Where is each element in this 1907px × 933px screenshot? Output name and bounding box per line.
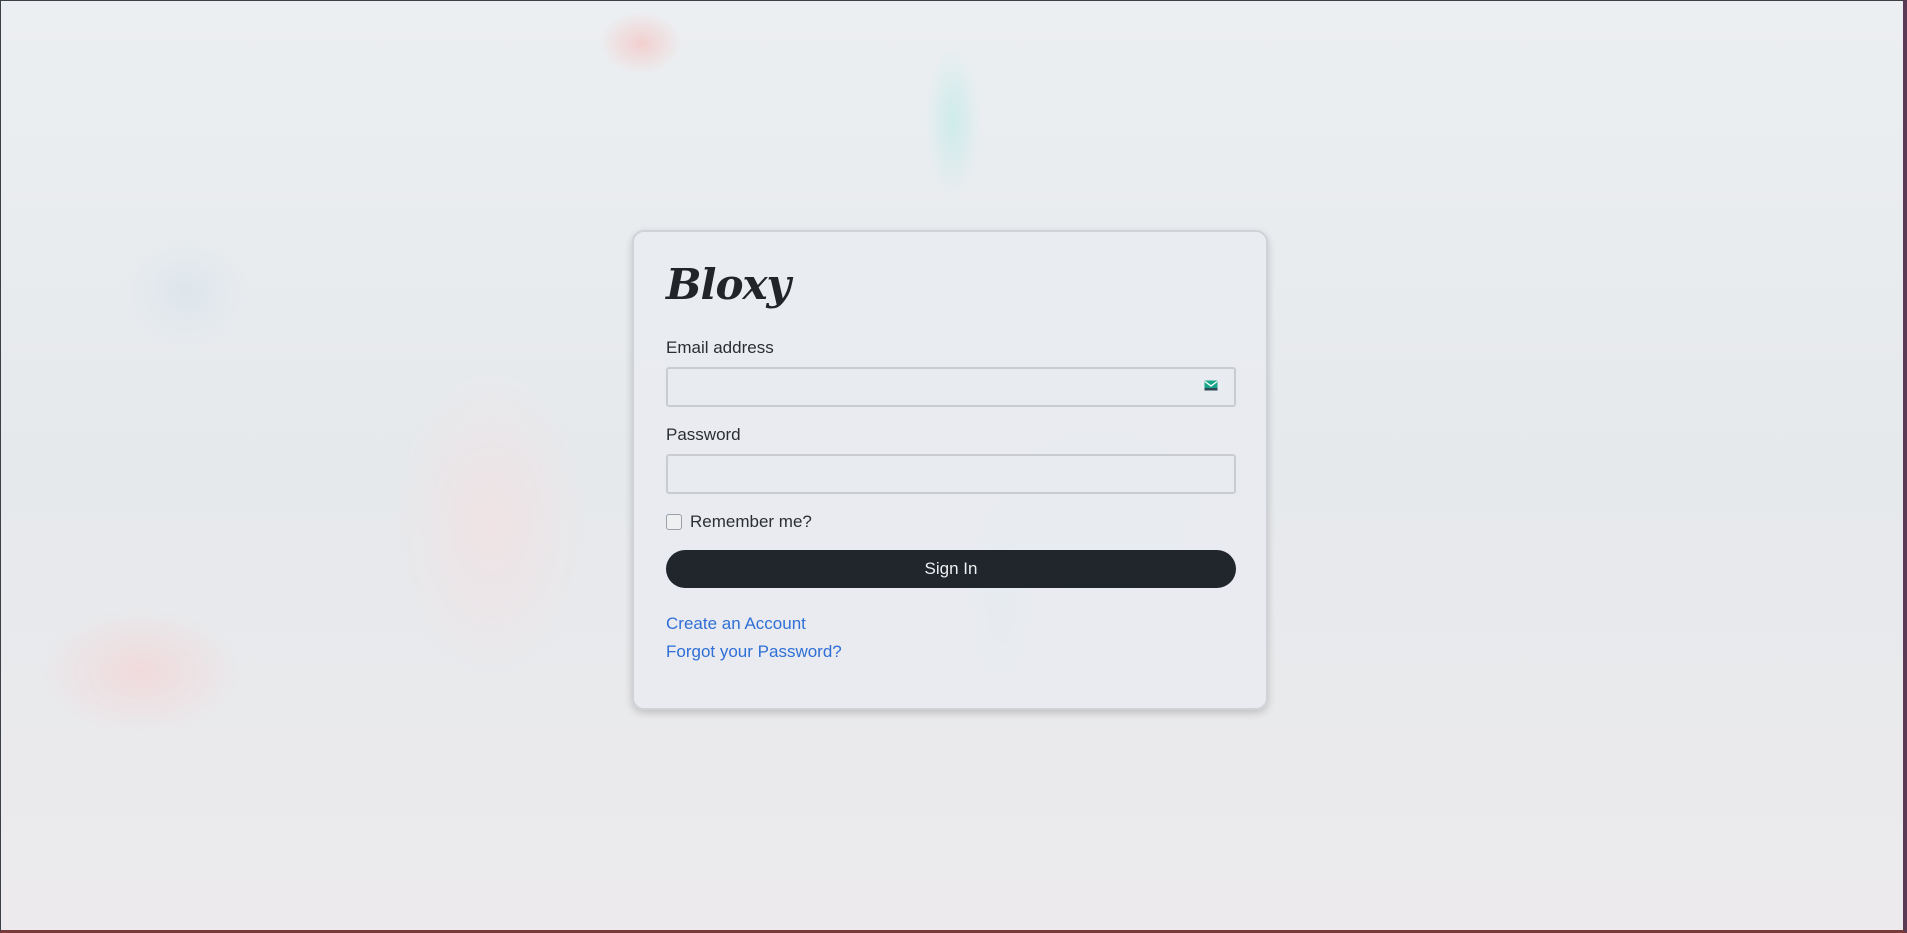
remember-me-label[interactable]: Remember me?	[690, 512, 812, 532]
password-field-wrapper	[666, 454, 1236, 494]
create-account-link[interactable]: Create an Account	[666, 613, 1234, 641]
email-label: Email address	[666, 338, 774, 357]
email-field[interactable]	[666, 367, 1236, 407]
sign-in-button[interactable]: Sign In	[666, 550, 1236, 588]
password-field[interactable]	[666, 454, 1236, 494]
email-field-wrapper	[666, 367, 1236, 407]
remember-me-checkbox[interactable]	[666, 514, 682, 530]
app-logo: Bloxy	[666, 260, 791, 309]
remember-me-row: Remember me?	[666, 512, 1234, 532]
envelope-icon	[1204, 380, 1218, 391]
password-label: Password	[666, 425, 741, 444]
forgot-password-link[interactable]: Forgot your Password?	[666, 641, 1234, 669]
login-card: Bloxy Email address Password Remember me…	[632, 230, 1268, 710]
auth-links: Create an Account Forgot your Password?	[666, 613, 1234, 669]
